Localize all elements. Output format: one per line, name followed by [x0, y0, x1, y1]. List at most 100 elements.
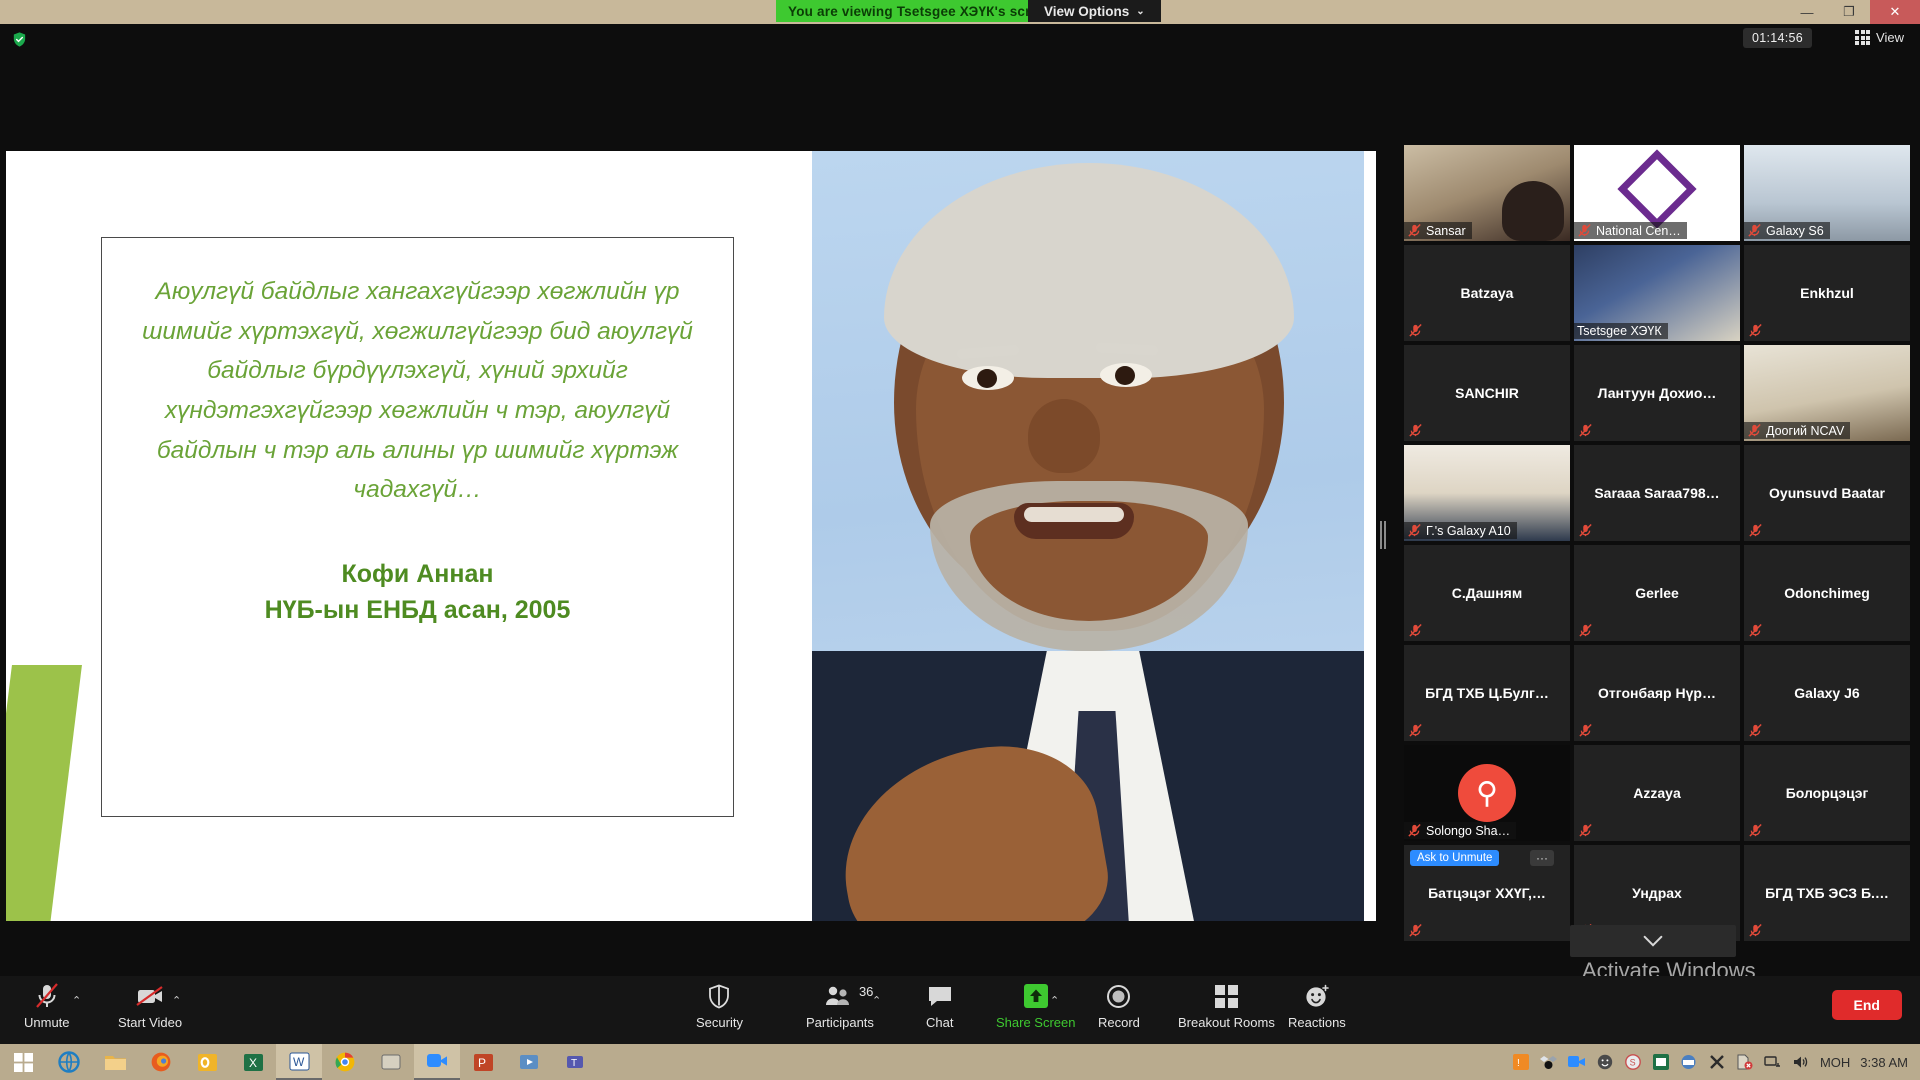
encryption-shield-icon[interactable] — [10, 30, 28, 48]
grid-scroll-down-button[interactable] — [1570, 925, 1736, 957]
window-controls: — ❐ ✕ — [1786, 0, 1920, 24]
firefox-icon[interactable] — [138, 1044, 184, 1080]
minimize-button[interactable]: — — [1786, 0, 1828, 24]
chevron-down-icon: ⌄ — [1136, 5, 1145, 17]
participant-name: Г.'s Galaxy A10 — [1426, 523, 1511, 538]
taskbar-clock[interactable]: 3:38 AM — [1860, 1055, 1908, 1070]
participant-name: Ундрах — [1632, 885, 1682, 901]
breakout-rooms-icon — [1214, 982, 1239, 1010]
chrome-icon[interactable] — [322, 1044, 368, 1080]
participants-icon: 36 — [825, 982, 873, 1010]
panel-resize-handle[interactable] — [1378, 520, 1388, 550]
participant-tile[interactable]: БГД ТХБ Ц.Булг… — [1404, 645, 1570, 741]
share-screen-button[interactable]: Share Screen — [990, 982, 1082, 1040]
screen-share-banner-text: You are viewing Tsetsgee ХЭҮК's screen — [788, 3, 1055, 19]
volume-icon[interactable] — [1792, 1053, 1810, 1071]
start-video-button[interactable]: Start Video — [112, 982, 188, 1040]
participant-name: Galaxy S6 — [1766, 223, 1824, 238]
reactions-label: Reactions — [1288, 1015, 1346, 1030]
onedrive-alert-icon[interactable]: ! — [1512, 1053, 1530, 1071]
word-icon[interactable]: W — [276, 1044, 322, 1080]
language-indicator[interactable]: MOH — [1820, 1055, 1850, 1070]
microphone-muted-icon — [1578, 423, 1593, 438]
smiley-icon[interactable] — [1596, 1053, 1614, 1071]
participant-tile[interactable]: Ask to Unmute ··· Батцэцэг ХХҮГ,… — [1404, 845, 1570, 941]
security-label: Security — [696, 1015, 743, 1030]
participants-options-caret[interactable]: ⌃ — [872, 994, 881, 1007]
participant-tile[interactable]: Gerlee — [1574, 545, 1740, 641]
system-tray: ! S MOH 3:38 AM — [1512, 1053, 1920, 1071]
participant-tile[interactable]: Г.'s Galaxy A10 — [1404, 445, 1570, 541]
participant-name-overlay: National Cen… — [1574, 222, 1687, 239]
outlook-icon[interactable] — [184, 1044, 230, 1080]
participant-name: Odonchimeg — [1784, 585, 1870, 601]
x-icon[interactable] — [1708, 1053, 1726, 1071]
microphone-muted-icon — [1748, 323, 1763, 338]
participant-tile[interactable]: Galaxy J6 — [1744, 645, 1910, 741]
chat-button[interactable]: Chat — [920, 982, 959, 1040]
windows-start-icon[interactable] — [0, 1044, 46, 1080]
breakout-rooms-button[interactable]: Breakout Rooms — [1172, 982, 1281, 1040]
network-icon[interactable] — [1764, 1053, 1782, 1071]
mail-sync-icon[interactable] — [1680, 1053, 1698, 1071]
participant-tile[interactable]: Azzaya — [1574, 745, 1740, 841]
participant-tile[interactable]: Oyunsuvd Baatar — [1744, 445, 1910, 541]
participant-tile[interactable]: БГД ТХБ ЭСЗ Б.… — [1744, 845, 1910, 941]
participants-button[interactable]: 36 Participants — [800, 982, 880, 1040]
antivirus-alert-icon[interactable] — [1736, 1053, 1754, 1071]
participant-tile[interactable]: Лантуун Дохио… — [1574, 345, 1740, 441]
participant-name: БГД ТХБ Ц.Булг… — [1425, 685, 1549, 701]
restore-button[interactable]: ❐ — [1828, 0, 1870, 24]
microphone-muted-icon — [1578, 523, 1593, 538]
end-meeting-button[interactable]: End — [1831, 990, 1902, 1020]
record-button[interactable]: Record — [1092, 982, 1146, 1040]
share-screen-icon — [1023, 982, 1049, 1010]
participant-name-overlay: Доогий NCAV — [1744, 422, 1851, 439]
participant-tile[interactable]: Болорцэцэг — [1744, 745, 1910, 841]
participant-tile[interactable]: Sansar — [1404, 145, 1570, 241]
file-explorer-icon[interactable] — [92, 1044, 138, 1080]
participant-tile[interactable]: Доогий NCAV — [1744, 345, 1910, 441]
media-player-icon[interactable] — [506, 1044, 552, 1080]
participant-name: Solongo Sha… — [1426, 823, 1511, 838]
participant-tile[interactable]: Saraaa Saraa798… — [1574, 445, 1740, 541]
dropbox-icon[interactable] — [1540, 1053, 1558, 1071]
camera-icon[interactable] — [1568, 1053, 1586, 1071]
participant-tile[interactable]: National Cen… — [1574, 145, 1740, 241]
participant-tile[interactable]: Отгонбаяр Нүр… — [1574, 645, 1740, 741]
office-icon[interactable] — [1652, 1053, 1670, 1071]
powerpoint-icon[interactable]: P — [460, 1044, 506, 1080]
excel-icon[interactable]: X — [230, 1044, 276, 1080]
participant-tile[interactable]: Galaxy S6 — [1744, 145, 1910, 241]
microphone-muted-icon — [1407, 223, 1422, 238]
participant-tile[interactable]: ⚲ Solongo Sha… — [1404, 745, 1570, 841]
participant-tile[interactable]: С.Дашням — [1404, 545, 1570, 641]
view-options-button[interactable]: View Options ⌄ — [1028, 0, 1161, 22]
close-button[interactable]: ✕ — [1870, 0, 1920, 24]
view-layout-button[interactable]: View — [1851, 28, 1908, 47]
participant-tile[interactable]: Batzaya — [1404, 245, 1570, 341]
skype-icon[interactable]: S — [1624, 1053, 1642, 1071]
teams-icon[interactable]: T — [552, 1044, 598, 1080]
participant-tile[interactable]: Tsetsgee ХЭҮК — [1574, 245, 1740, 341]
reactions-button[interactable]: Reactions — [1282, 982, 1352, 1040]
internet-explorer-icon[interactable] — [46, 1044, 92, 1080]
zoom-icon[interactable] — [414, 1044, 460, 1080]
security-button[interactable]: Security — [690, 982, 749, 1040]
svg-text:P: P — [478, 1056, 486, 1070]
participant-tile[interactable]: Odonchimeg — [1744, 545, 1910, 641]
snipping-tool-icon[interactable] — [368, 1044, 414, 1080]
participant-tile[interactable]: Enkhzul — [1744, 245, 1910, 341]
share-screen-label: Share Screen — [996, 1015, 1076, 1030]
participant-tile[interactable]: SANCHIR — [1404, 345, 1570, 441]
participant-name: Enkhzul — [1800, 285, 1854, 301]
tile-more-options-button[interactable]: ··· — [1530, 850, 1554, 866]
video-options-caret[interactable]: ⌃ — [172, 994, 181, 1007]
chat-label: Chat — [926, 1015, 954, 1030]
ask-to-unmute-button[interactable]: Ask to Unmute — [1410, 850, 1500, 866]
audio-options-caret[interactable]: ⌃ — [72, 994, 81, 1007]
participant-name: Galaxy J6 — [1794, 685, 1860, 701]
unmute-button[interactable]: Unmute — [18, 982, 76, 1040]
share-options-caret[interactable]: ⌃ — [1050, 994, 1059, 1007]
participant-name: Oyunsuvd Baatar — [1769, 485, 1885, 501]
